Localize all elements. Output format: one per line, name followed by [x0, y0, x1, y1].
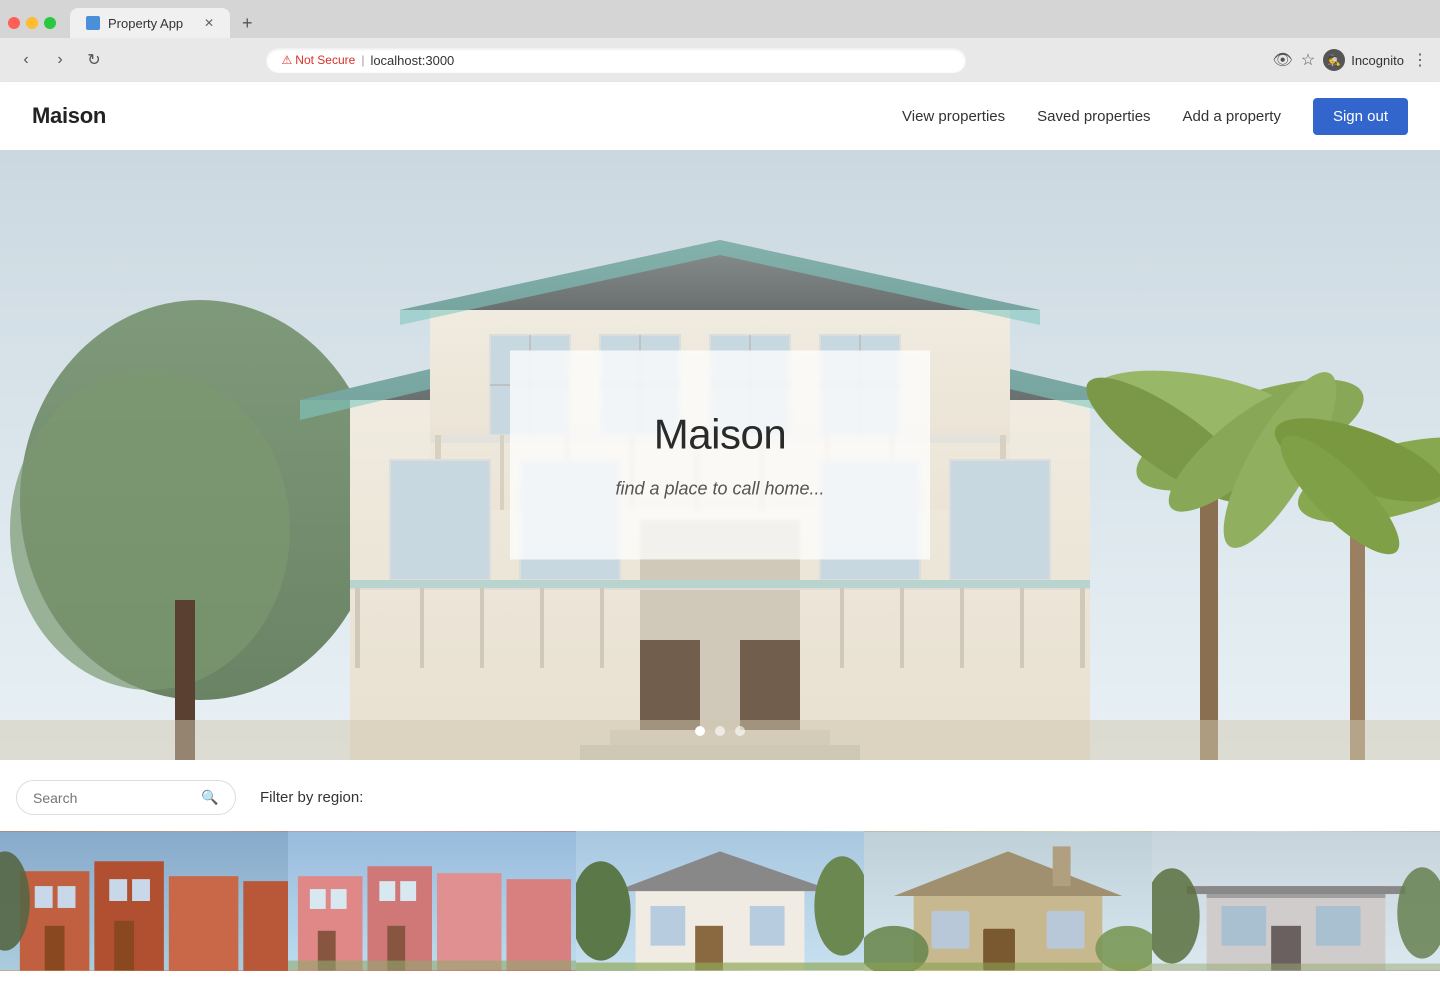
warning-icon: ⚠ [282, 53, 293, 67]
browser-address-bar: ‹ › ↻ ⚠ Not Secure | localhost:3000 👁 ☆ … [0, 38, 1440, 82]
carousel-dots [695, 726, 745, 736]
search-icon: 🔍 [201, 789, 218, 806]
app-navbar: Maison View properties Saved properties … [0, 82, 1440, 150]
active-tab[interactable]: Property App ✕ [70, 8, 230, 38]
tab-favicon [86, 16, 100, 30]
hero-title: Maison [590, 411, 850, 459]
search-input[interactable] [33, 790, 193, 806]
browser-menu-icon[interactable]: ⋮ [1412, 50, 1428, 70]
hero-section: Maison find a place to call home... [0, 150, 1440, 760]
bookmark-icon[interactable]: ☆ [1301, 50, 1315, 70]
property-card-2[interactable] [288, 831, 576, 971]
nav-links: View properties Saved properties Add a p… [902, 98, 1408, 135]
maximize-window-button[interactable] [44, 17, 56, 29]
filter-label: Filter by region: [260, 789, 363, 806]
minimize-window-button[interactable] [26, 17, 38, 29]
tab-close-icon[interactable]: ✕ [204, 16, 214, 30]
eye-slash-icon[interactable]: 👁 [1273, 50, 1293, 70]
saved-properties-link[interactable]: Saved properties [1037, 108, 1150, 125]
add-property-link[interactable]: Add a property [1183, 108, 1281, 125]
back-button[interactable]: ‹ [12, 46, 40, 74]
property-card-3[interactable] [576, 831, 864, 971]
url-separator: | [361, 53, 364, 67]
reload-button[interactable]: ↻ [80, 46, 108, 74]
address-bar-icons: 👁 ☆ 🕵 Incognito ⋮ [1273, 49, 1428, 71]
search-box[interactable]: 🔍 [16, 780, 236, 815]
property-cards-row [0, 831, 1440, 971]
security-label: Not Secure [295, 53, 355, 67]
incognito-icon: 🕵 [1323, 49, 1345, 71]
tab-title: Property App [108, 16, 183, 31]
incognito-badge: 🕵 Incognito [1323, 49, 1404, 71]
forward-button[interactable]: › [46, 46, 74, 74]
sign-out-button[interactable]: Sign out [1313, 98, 1408, 135]
carousel-dot-3[interactable] [735, 726, 745, 736]
carousel-dot-1[interactable] [695, 726, 705, 736]
browser-tab-bar: Property App ✕ + [0, 0, 1440, 38]
browser-nav-buttons: ‹ › ↻ [12, 46, 108, 74]
carousel-dot-2[interactable] [715, 726, 725, 736]
security-indicator: ⚠ Not Secure [282, 53, 356, 67]
window-controls [8, 17, 56, 29]
hero-overlay-card: Maison find a place to call home... [510, 351, 930, 560]
view-properties-link[interactable]: View properties [902, 108, 1005, 125]
address-bar[interactable]: ⚠ Not Secure | localhost:3000 [266, 48, 966, 73]
new-tab-button[interactable]: + [234, 11, 261, 36]
bottom-section: 🔍 Filter by region: [0, 760, 1440, 991]
property-card-1[interactable] [0, 831, 288, 971]
property-card-4[interactable] [864, 831, 1152, 971]
app-logo: Maison [32, 103, 106, 129]
property-card-5[interactable] [1152, 831, 1440, 971]
browser-chrome: Property App ✕ + ‹ › ↻ ⚠ Not Secure | lo… [0, 0, 1440, 82]
search-filter-row: 🔍 Filter by region: [0, 780, 1440, 815]
url-display: localhost:3000 [370, 53, 454, 68]
incognito-label: Incognito [1351, 53, 1404, 68]
close-window-button[interactable] [8, 17, 20, 29]
hero-subtitle: find a place to call home... [590, 479, 850, 500]
